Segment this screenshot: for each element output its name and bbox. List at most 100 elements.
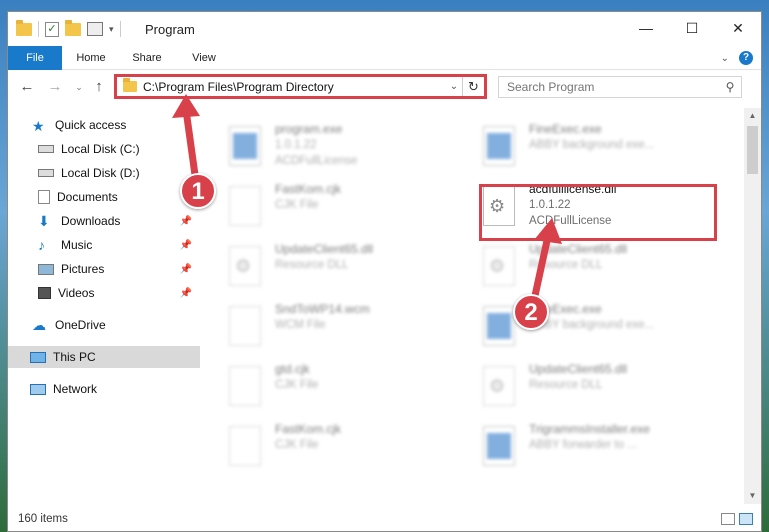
sidebar-item-pictures[interactable]: Pictures 📌 xyxy=(8,258,200,280)
list-item[interactable]: UpdateClient65.dll Resource DLL xyxy=(213,238,453,294)
file-list: program.exe 1.0.1.22 ACDFullLicense Fast… xyxy=(213,108,733,508)
chevron-down-icon[interactable]: ▾ xyxy=(109,24,114,35)
document-icon xyxy=(229,366,261,406)
file-name: FastKom.cjk xyxy=(275,422,342,436)
list-item[interactable]: UpdateClient65.dll Resource DLL xyxy=(467,358,707,414)
exe-icon xyxy=(483,426,515,466)
search-input[interactable] xyxy=(499,80,719,94)
explorer-window: ✓ ▾ Program — ☐ ✕ File Home Share View ⌄… xyxy=(7,11,762,532)
drive-icon xyxy=(38,169,54,177)
file-name: FineExec.exe xyxy=(529,122,602,136)
list-item[interactable]: TrigrammsInstaller.exe ABBY forwarder to… xyxy=(467,418,707,474)
file-name: UpdateClient65.dll xyxy=(275,242,374,256)
scroll-up-icon[interactable]: ▲ xyxy=(744,108,761,124)
file-name: UpdateClient65.dll xyxy=(529,242,628,256)
sidebar-item-label: Local Disk (D:) xyxy=(61,166,140,180)
search-icon[interactable]: ⚲ xyxy=(719,80,741,94)
folder-icon xyxy=(123,78,137,92)
view-toggle xyxy=(721,513,753,525)
status-bar: 160 items xyxy=(8,509,761,531)
list-item[interactable]: FastKom.cjk CJK File xyxy=(213,178,453,234)
up-arrow-icon[interactable]: ↑ xyxy=(90,78,108,96)
dll-icon xyxy=(483,366,515,406)
downloads-icon: ⬇ xyxy=(38,213,50,229)
search-box[interactable]: ⚲ xyxy=(498,76,742,98)
tab-file[interactable]: File xyxy=(8,46,62,70)
pin-icon[interactable]: 📌 xyxy=(180,240,192,251)
address-path[interactable]: C:\Program Files\Program Directory xyxy=(143,80,446,94)
sidebar-item-label: Videos xyxy=(58,286,95,300)
pin-icon[interactable]: 📌 xyxy=(180,264,192,275)
file-name: FastKom.cjk xyxy=(275,182,342,196)
scroll-thumb[interactable] xyxy=(747,126,758,174)
help-icon[interactable]: ? xyxy=(739,51,753,65)
sidebar-item-local-disk-c[interactable]: Local Disk (C:) xyxy=(8,138,200,160)
computer-icon xyxy=(30,351,46,363)
file-description: ACDFullLicense xyxy=(275,155,358,167)
highlight-box xyxy=(479,184,717,241)
recent-locations-icon[interactable]: ⌄ xyxy=(70,78,88,96)
close-button[interactable]: ✕ xyxy=(715,12,761,44)
sidebar-item-quick-access[interactable]: ★ Quick access xyxy=(8,114,200,136)
list-item[interactable]: program.exe 1.0.1.22 ACDFullLicense xyxy=(213,118,453,174)
maximize-button[interactable]: ☐ xyxy=(669,12,715,44)
navigation-pane: ★ Quick access Local Disk (C:) Local Dis… xyxy=(8,108,200,508)
customize-icon[interactable] xyxy=(87,22,103,36)
forward-arrow-icon[interactable]: → xyxy=(46,78,64,96)
pin-icon[interactable]: 📌 xyxy=(180,216,192,227)
list-item[interactable]: gtd.cjk CJK File xyxy=(213,358,453,414)
list-item[interactable]: FastKom.cjk CJK File xyxy=(213,418,453,474)
expand-ribbon-icon[interactable]: ⌄ xyxy=(721,53,729,64)
music-icon: ♪ xyxy=(38,237,45,253)
vertical-scrollbar[interactable]: ▲ ▼ xyxy=(744,108,761,504)
pin-icon[interactable]: 📌 xyxy=(180,288,192,299)
sidebar-item-this-pc[interactable]: This PC xyxy=(8,346,200,368)
file-type: ABBY background exe... xyxy=(529,319,655,331)
sidebar-item-local-disk-d[interactable]: Local Disk (D:) xyxy=(8,162,200,184)
minimize-button[interactable]: — xyxy=(623,12,669,44)
document-icon xyxy=(229,426,261,466)
network-icon xyxy=(30,383,46,395)
sidebar-item-label: Local Disk (C:) xyxy=(61,142,140,156)
list-item[interactable]: SndToWP14.wcm WCM File xyxy=(213,298,453,354)
list-item[interactable]: FineExec.exe ABBY background exe... xyxy=(467,118,707,174)
list-item[interactable]: UpdateClient65.dll Resource DLL xyxy=(467,238,707,294)
sidebar-item-label: Network xyxy=(53,382,98,396)
sidebar-item-videos[interactable]: Videos 📌 xyxy=(8,282,200,304)
file-name: gtd.cjk xyxy=(275,362,310,376)
window-controls: — ☐ ✕ xyxy=(623,12,761,44)
chevron-down-icon[interactable]: ⌄ xyxy=(446,81,462,92)
tab-view[interactable]: View xyxy=(180,46,228,70)
properties-check-icon[interactable]: ✓ xyxy=(45,21,59,37)
file-name: SndToWP14.wcm xyxy=(275,302,370,316)
back-arrow-icon[interactable]: ← xyxy=(18,78,36,96)
tab-share[interactable]: Share xyxy=(122,46,172,70)
sidebar-item-documents[interactable]: Documents xyxy=(8,186,200,208)
sidebar-item-label: Documents xyxy=(57,190,118,204)
scroll-down-icon[interactable]: ▼ xyxy=(744,488,761,504)
window-title: Program xyxy=(145,22,195,37)
tab-home[interactable]: Home xyxy=(66,46,116,70)
file-type: WCM File xyxy=(275,319,326,331)
file-type: CJK File xyxy=(275,379,319,391)
sidebar-item-onedrive[interactable]: ☁ OneDrive xyxy=(8,314,200,336)
title-bar: ✓ ▾ Program — ☐ ✕ xyxy=(8,12,761,46)
details-view-icon[interactable] xyxy=(721,513,735,525)
new-folder-icon[interactable] xyxy=(65,19,81,36)
file-type: CJK File xyxy=(275,199,319,211)
address-bar[interactable]: C:\Program Files\Program Directory ⌄ ↻ xyxy=(114,74,487,99)
dll-icon xyxy=(483,246,515,286)
sidebar-item-label: Music xyxy=(61,238,93,252)
file-type: Resource DLL xyxy=(529,259,603,271)
sidebar-item-label: This PC xyxy=(53,350,96,364)
sidebar-item-music[interactable]: ♪ Music 📌 xyxy=(8,234,200,256)
refresh-icon[interactable]: ↻ xyxy=(462,77,484,96)
list-item[interactable]: FineExec.exe ABBY background exe... xyxy=(467,298,707,354)
tiles-view-icon[interactable] xyxy=(739,513,753,525)
exe-icon xyxy=(483,126,515,166)
file-name: UpdateClient65.dll xyxy=(529,362,628,376)
sidebar-item-downloads[interactable]: ⬇ Downloads 📌 xyxy=(8,210,200,232)
sidebar-item-network[interactable]: Network xyxy=(8,378,200,400)
toolbar-separator xyxy=(38,21,39,37)
document-icon xyxy=(229,306,261,346)
